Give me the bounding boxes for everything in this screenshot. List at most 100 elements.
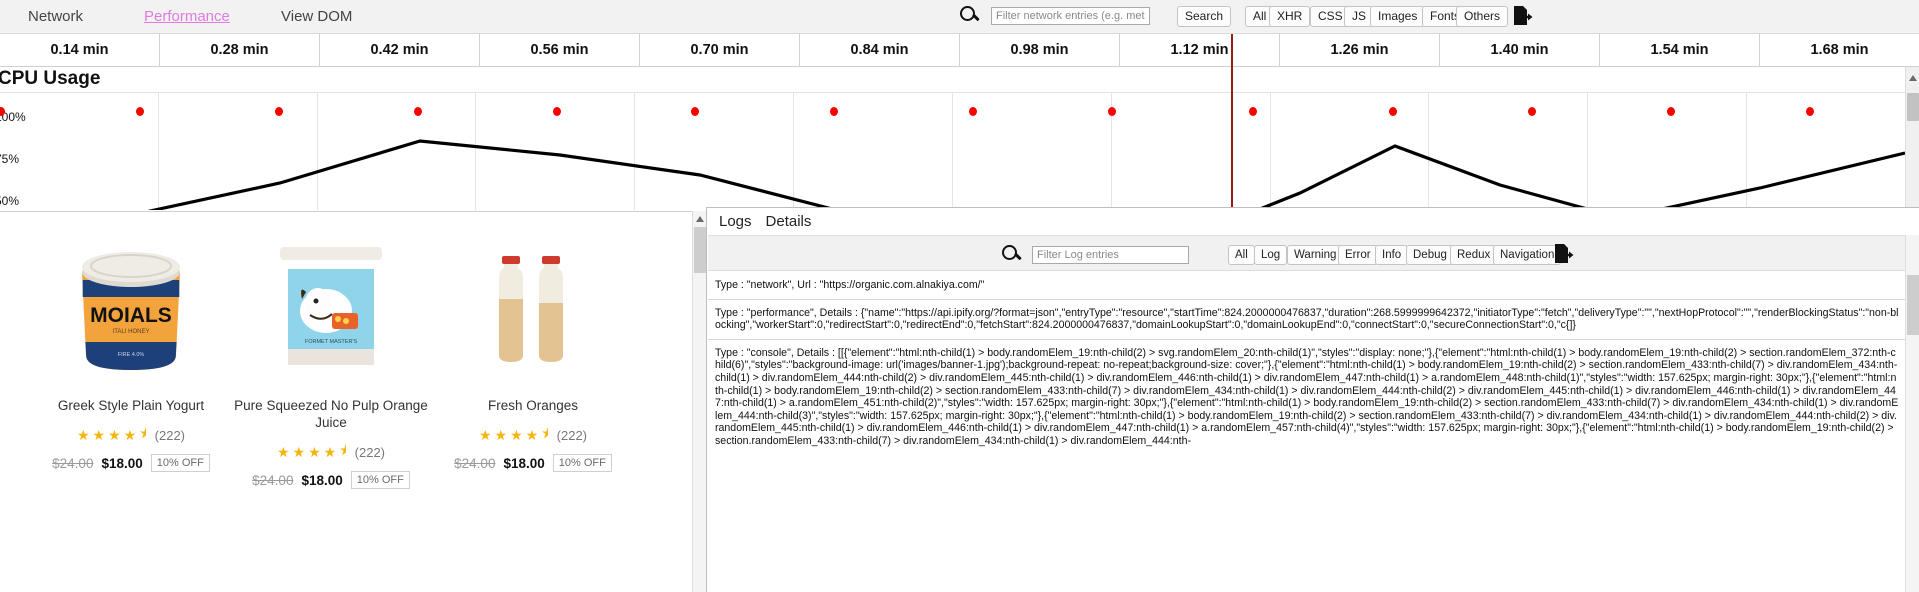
ruler-tick: 0.56 min <box>480 34 640 66</box>
ruler-tick: 0.28 min <box>160 34 320 66</box>
product-card[interactable]: Fresh Oranges ★ ★ ★ ★ ⯨ (222) $24.00 $18… <box>432 212 634 472</box>
filter-others-button[interactable]: Others <box>1456 6 1509 27</box>
log-entry[interactable]: Type : "performance", Details : {"name":… <box>708 300 1905 340</box>
star-icon: ★ <box>292 443 308 460</box>
discount-badge: 10% OFF <box>150 454 210 472</box>
star-icon: ★ <box>276 443 292 460</box>
old-price: $24.00 <box>252 472 294 488</box>
star-half-icon: ⯨ <box>339 442 349 458</box>
product-pricing: $24.00 $18.00 10% OFF <box>30 454 232 472</box>
new-price: $18.00 <box>101 455 143 471</box>
star-icon: ★ <box>478 426 494 443</box>
ruler-tick: 0.14 min <box>0 34 160 66</box>
logs-toolbar: All Log Warning Error Info Debug Redux N… <box>708 235 1905 271</box>
timeline-ruler[interactable]: 0.14 min 0.28 min 0.42 min 0.56 min 0.70… <box>0 34 1919 67</box>
tab-logs[interactable]: Logs <box>719 213 752 230</box>
product-rating: ★ ★ ★ ★ ⯨ (222) <box>432 423 634 447</box>
new-price: $18.00 <box>503 455 545 471</box>
ruler-tick: 1.12 min <box>1120 34 1280 66</box>
svg-text:FIRE 4.0%: FIRE 4.0% <box>118 352 145 358</box>
scroll-up-icon[interactable] <box>1909 75 1917 81</box>
filter-images-button[interactable]: Images <box>1370 6 1426 27</box>
log-filter-log-button[interactable]: Log <box>1254 245 1288 265</box>
log-filter-redux-button[interactable]: Redux <box>1450 245 1498 265</box>
svg-text:FORMET MASTER'S: FORMET MASTER'S <box>305 339 358 345</box>
cpu-usage-line <box>147 139 1905 210</box>
log-filter-error-button[interactable]: Error <box>1338 245 1378 265</box>
review-count: (222) <box>154 427 186 443</box>
logs-scrollbar[interactable] <box>1905 235 1919 592</box>
old-price: $24.00 <box>454 455 496 471</box>
orange-juice-carton-image: FORMET MASTER'S <box>230 224 432 379</box>
tab-details[interactable]: Details <box>766 213 812 230</box>
star-icon: ★ <box>308 443 323 460</box>
scrollbar-thumb[interactable] <box>1907 275 1919 335</box>
export-icon[interactable] <box>1553 242 1575 266</box>
scroll-up-icon[interactable] <box>696 216 704 222</box>
star-icon: ★ <box>92 426 108 443</box>
ruler-tick: 0.98 min <box>960 34 1120 66</box>
star-icon: ★ <box>108 426 123 443</box>
search-icon[interactable] <box>1002 245 1017 260</box>
discount-badge: 10% OFF <box>552 454 612 472</box>
scrollbar-thumb[interactable] <box>694 227 706 273</box>
ruler-tick: 1.68 min <box>1810 42 1869 58</box>
star-icon: ★ <box>525 426 541 443</box>
log-filter-all-button[interactable]: All <box>1228 245 1255 265</box>
filter-xhr-button[interactable]: XHR <box>1269 6 1311 27</box>
product-name: Fresh Oranges <box>487 398 579 413</box>
star-icon: ★ <box>76 426 92 443</box>
star-icon: ★ <box>510 426 525 443</box>
star-half-icon: ⯨ <box>139 425 149 441</box>
ruler-tick: 1.54 min <box>1600 34 1760 66</box>
discount-badge: 10% OFF <box>350 471 410 489</box>
star-icon: ★ <box>123 426 139 443</box>
timeline-playhead[interactable] <box>1231 34 1233 210</box>
old-price: $24.00 <box>52 455 94 471</box>
network-filter-input[interactable] <box>991 7 1150 25</box>
log-filter-navigation-button[interactable]: Navigation <box>1493 245 1562 265</box>
cpu-scrollbar[interactable] <box>1905 67 1919 210</box>
product-rating: ★ ★ ★ ★ ⯨ (222) <box>230 440 432 464</box>
review-count: (222) <box>354 444 386 460</box>
preview-scrollbar[interactable] <box>692 211 706 592</box>
product-card[interactable]: MOIALS ITALI HONEY FIRE 4.0% Greek Style… <box>30 212 232 472</box>
log-entry[interactable]: Type : "console", Details : [[{"element"… <box>708 340 1905 455</box>
product-pricing: $24.00 $18.00 10% OFF <box>432 454 634 472</box>
product-card[interactable]: FORMET MASTER'S Pure Squeezed No Pulp Or… <box>230 212 432 489</box>
cpu-usage-chart: 100% 75% 50% <box>0 92 1905 210</box>
star-half-icon: ⯨ <box>541 425 551 441</box>
devtools-window: Network Performance View DOM Search All … <box>0 0 1919 592</box>
ruler-tick: 1.26 min <box>1280 34 1440 66</box>
tab-network[interactable]: Network <box>24 8 87 25</box>
ruler-tick: 0.42 min <box>320 34 480 66</box>
page-preview-panel: MOIALS ITALI HONEY FIRE 4.0% Greek Style… <box>0 211 706 592</box>
log-filter-debug-button[interactable]: Debug <box>1406 245 1454 265</box>
product-name: Pure Squeezed No Pulp Orange Juice <box>234 398 428 430</box>
product-name: Greek Style Plain Yogurt <box>57 398 205 413</box>
star-icon: ★ <box>494 426 510 443</box>
ruler-tick: 0.84 min <box>800 34 960 66</box>
svg-text:MOIALS: MOIALS <box>90 304 172 327</box>
review-count: (222) <box>556 427 588 443</box>
log-filter-warning-button[interactable]: Warning <box>1287 245 1344 265</box>
product-pricing: $24.00 $18.00 10% OFF <box>230 471 432 489</box>
star-icon: ★ <box>323 443 339 460</box>
svg-text:ITALI HONEY: ITALI HONEY <box>113 329 150 335</box>
ruler-tick: 1.40 min <box>1440 34 1600 66</box>
tab-view-dom[interactable]: View DOM <box>277 8 356 25</box>
devtools-toolbar: Network Performance View DOM Search All … <box>0 0 1919 34</box>
log-filter-info-button[interactable]: Info <box>1375 245 1409 265</box>
log-filter-input[interactable] <box>1032 246 1189 264</box>
search-icon[interactable] <box>960 6 975 21</box>
ruler-tick: 0.70 min <box>640 34 800 66</box>
new-price: $18.00 <box>301 472 343 488</box>
product-rating: ★ ★ ★ ★ ⯨ (222) <box>30 423 232 447</box>
log-entries-list[interactable]: Type : "network", Url : "https://organic… <box>708 272 1905 592</box>
log-entry[interactable]: Type : "network", Url : "https://organic… <box>708 272 1905 300</box>
export-icon[interactable] <box>1512 4 1534 28</box>
search-button[interactable]: Search <box>1177 6 1232 27</box>
tab-performance[interactable]: Performance <box>140 8 234 25</box>
fresh-oranges-bottles-image <box>432 224 634 379</box>
scrollbar-thumb[interactable] <box>1907 93 1919 121</box>
